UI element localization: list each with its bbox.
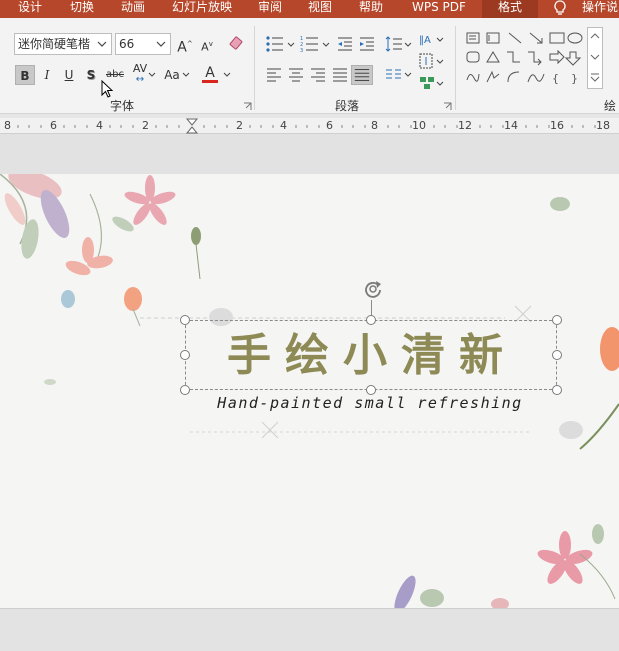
gallery-scroll[interactable] <box>587 27 603 89</box>
columns-icon[interactable] <box>384 67 412 83</box>
shadow-button[interactable]: S <box>81 65 101 85</box>
chevron-down-icon[interactable] <box>589 52 601 62</box>
font-name-value: 迷你简硬笔楷 <box>18 37 91 51</box>
ruler-label: 2 <box>142 119 149 132</box>
chevron-down-icon <box>148 72 156 77</box>
tab-review[interactable]: 审阅 <box>258 0 282 18</box>
group-separator <box>455 26 456 110</box>
chevron-down-icon <box>156 41 166 47</box>
chevron-down-icon <box>223 72 231 77</box>
horizontal-ruler: 8 6 4 2 2 4 6 8 10 12 14 16 18 <box>0 118 619 134</box>
svg-text:3: 3 <box>300 48 303 53</box>
ruler-label: 16 <box>550 119 564 132</box>
clear-formatting-icon[interactable] <box>228 35 246 53</box>
svg-text:‖A: ‖A <box>419 35 431 46</box>
ruler-label: 14 <box>504 119 518 132</box>
svg-text:{: { <box>552 72 559 85</box>
align-right-icon[interactable] <box>309 67 327 83</box>
font-color-button[interactable]: A <box>200 63 220 83</box>
decrease-font-button[interactable]: Av <box>197 34 217 54</box>
decrease-font-label: A <box>201 40 209 54</box>
bold-button[interactable]: B <box>15 65 35 85</box>
ribbon: 迷你简硬笔楷 66 A^ Av B I U S abc AV ↔ Aa A 字体… <box>0 18 619 114</box>
font-size-combo[interactable]: 66 <box>115 33 171 55</box>
underline-button[interactable]: U <box>59 65 79 85</box>
dialog-launcher-icon[interactable] <box>443 102 452 111</box>
font-name-combo[interactable]: 迷你简硬笔楷 <box>14 33 112 55</box>
gallery-more-icon[interactable] <box>589 72 601 84</box>
tab-wps-pdf[interactable]: WPS PDF <box>412 0 466 18</box>
bullets-icon[interactable] <box>265 35 297 53</box>
justify-icon[interactable] <box>331 67 349 83</box>
ruler-label: 4 <box>280 119 287 132</box>
text-direction-icon[interactable]: ‖A <box>418 30 444 48</box>
numbering-icon[interactable]: 123 <box>300 35 332 53</box>
font-size-value: 66 <box>119 37 135 51</box>
slide-subtitle[interactable]: Hand-painted small refreshing <box>200 394 540 412</box>
ruler-ticks <box>17 118 596 134</box>
tab-format[interactable]: 格式 <box>482 0 538 18</box>
ruler-label: 8 <box>4 119 11 132</box>
change-case-button[interactable]: Aa <box>160 65 184 85</box>
tab-help[interactable]: 帮助 <box>359 0 383 18</box>
floral-decoration <box>0 174 619 608</box>
align-text-icon[interactable] <box>418 52 444 70</box>
chevron-up-icon[interactable] <box>589 31 601 41</box>
chevron-down-icon <box>97 41 107 47</box>
align-center-icon[interactable] <box>287 67 305 83</box>
decrease-indent-icon[interactable] <box>336 35 354 53</box>
paragraph-group-label: 段落 <box>335 99 360 113</box>
tab-view[interactable]: 视图 <box>308 0 332 18</box>
smartart-convert-icon[interactable] <box>418 74 444 92</box>
notes-status-area <box>0 608 619 651</box>
ruler-label: 12 <box>458 119 472 132</box>
slide[interactable]: 手绘小清新 Hand-painted small refreshing <box>0 174 619 608</box>
bulb-icon[interactable] <box>552 0 568 16</box>
increase-font-label: A <box>177 39 187 56</box>
mouse-cursor-icon <box>101 80 114 98</box>
slide-title[interactable]: 手绘小清新 <box>190 322 554 390</box>
italic-button[interactable]: I <box>37 65 57 85</box>
editor-canvas <box>0 134 619 174</box>
font-color-bar <box>202 80 218 83</box>
ruler-label: 6 <box>326 119 333 132</box>
chevron-down-icon <box>182 72 190 77</box>
resize-handle[interactable] <box>180 350 190 360</box>
tab-animations[interactable]: 动画 <box>121 0 145 18</box>
ruler-label: 6 <box>50 119 57 132</box>
increase-indent-icon[interactable] <box>358 35 376 53</box>
ruler-label: 10 <box>412 119 426 132</box>
tell-me-search[interactable]: 操作说 <box>582 0 618 18</box>
resize-handle[interactable] <box>180 385 190 395</box>
tab-design[interactable]: 设计 <box>18 0 42 18</box>
svg-text:}: } <box>571 72 578 85</box>
align-left-icon[interactable] <box>265 67 283 83</box>
dialog-launcher-icon[interactable] <box>243 102 252 111</box>
ruler-label: 4 <box>96 119 103 132</box>
tab-transitions[interactable]: 切换 <box>70 0 94 18</box>
shapes-gallery[interactable]: { } <box>464 30 586 90</box>
drawing-group-label: 绘 <box>604 99 617 113</box>
font-color-label: A <box>205 65 215 81</box>
resize-handle[interactable] <box>180 315 190 325</box>
ruler-label: 8 <box>371 119 378 132</box>
line-spacing-icon[interactable] <box>384 35 412 53</box>
ruler-label: 18 <box>596 119 610 132</box>
ruler-label: 2 <box>236 119 243 132</box>
increase-font-button[interactable]: A^ <box>175 34 195 56</box>
ribbon-tab-bar: 设计 切换 动画 幻灯片放映 审阅 视图 帮助 WPS PDF 格式 操作说 <box>0 0 619 18</box>
distributed-icon[interactable] <box>351 65 373 85</box>
tab-slideshow[interactable]: 幻灯片放映 <box>172 0 232 18</box>
rotate-handle-icon[interactable] <box>362 278 384 300</box>
group-separator <box>254 26 255 110</box>
